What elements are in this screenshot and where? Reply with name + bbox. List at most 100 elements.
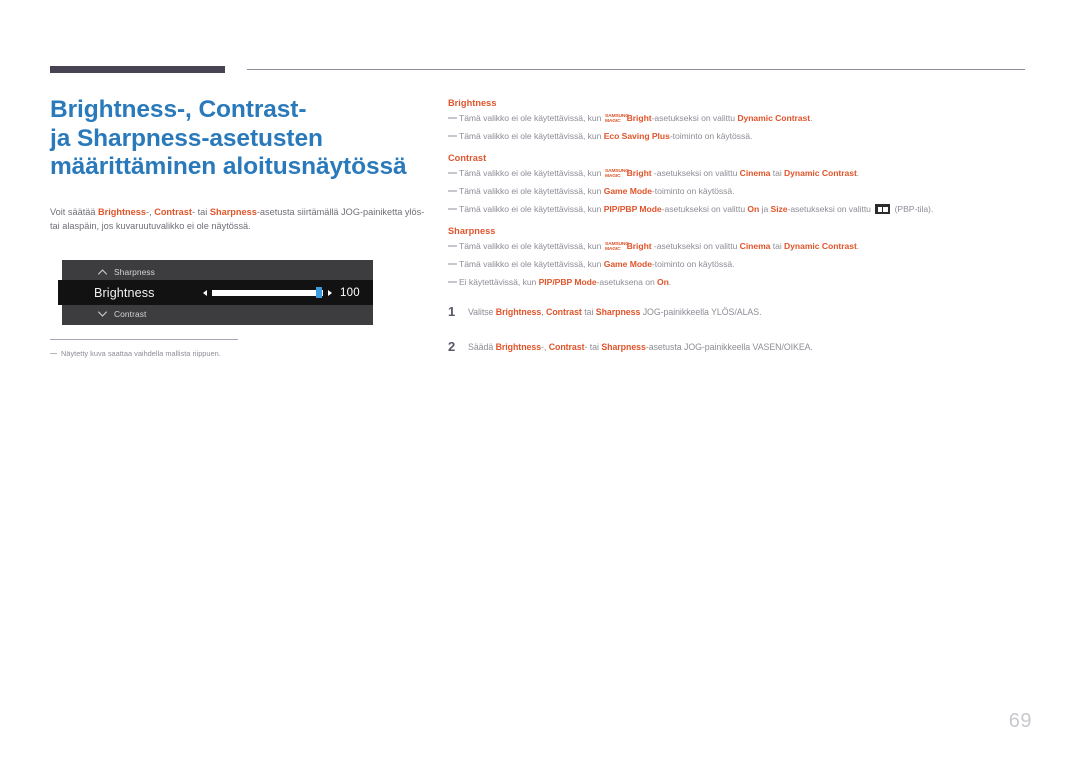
note-0-0-run-0: Tämä valikko ei ole käytettävissä, kun — [459, 113, 604, 123]
note-1-2-run-0: Tämä valikko ei ole käytettävissä, kun — [459, 204, 604, 214]
step-item: 1 Valitse Brightness, Contrast tai Sharpn… — [448, 304, 1034, 319]
note-2-0-run-3: -asetukseksi on valittu — [651, 241, 740, 251]
step-text: Säädä Brightness-, Contrast- tai Sharpne… — [468, 341, 813, 353]
brightness-slider[interactable]: 100 — [203, 280, 373, 305]
right-column: Brightness Tämä valikko ei ole käytettävi… — [448, 98, 1034, 376]
step-0-run-4: tai — [581, 307, 596, 317]
header-thin-rule — [247, 69, 1025, 70]
step-text: Valitse Brightness, Contrast tai Sharpne… — [468, 306, 762, 318]
note-item: Tämä valikko ei ole käytettävissä, kun G… — [448, 185, 1034, 197]
footnote-row: Näytetty kuva saattaa vaihdella mallista… — [50, 348, 290, 359]
step-number: 1 — [448, 304, 456, 319]
note-text: Tämä valikko ei ole käytettävissä, kun E… — [459, 130, 752, 142]
osd-row-brightness-active[interactable]: Brightness 100 — [58, 280, 373, 305]
arrow-right-icon[interactable] — [328, 289, 332, 296]
step-0-run-5: Sharpness — [595, 307, 641, 317]
chevron-down-icon — [96, 310, 109, 317]
note-2-0-run-2: Bright — [626, 241, 652, 251]
intro-text-3: - tai — [191, 206, 210, 217]
note-2-2-run-3: On — [657, 277, 669, 287]
dash-bullet-icon — [448, 208, 457, 211]
samsung-magic-logo: SAMSUNG MAGIC — [604, 112, 629, 123]
step-0-run-3: Contrast — [546, 307, 582, 317]
osd-row-sharpness[interactable]: Sharpness — [58, 261, 369, 282]
slider-track[interactable] — [212, 287, 323, 298]
step-0-run-0: Valitse — [468, 307, 496, 317]
note-text: Tämä valikko ei ole käytettävissä, kun S… — [459, 112, 812, 124]
dash-bullet-icon — [448, 281, 457, 284]
note-0-1-run-2: -toiminto on käytössä. — [669, 131, 753, 141]
left-column: Brightness-, Contrast- ja Sharpness-aset… — [50, 96, 425, 234]
intro-text-2: -, — [146, 206, 155, 217]
note-1-2-run-1: PIP/PBP Mode — [603, 204, 662, 214]
note-item: Tämä valikko ei ole käytettävissä, kun E… — [448, 130, 1034, 142]
note-text: Tämä valikko ei ole käytettävissä, kun G… — [459, 258, 735, 270]
note-2-1-run-1: Game Mode — [603, 259, 652, 269]
intro-text-1: Voit säätää — [50, 206, 99, 217]
header-thick-rule — [50, 66, 225, 73]
notes-sections: Brightness Tämä valikko ei ole käytettävi… — [448, 98, 1034, 288]
step-1-run-4: - tai — [584, 342, 602, 352]
note-text: Tämä valikko ei ole käytettävissä, kun S… — [459, 240, 859, 252]
note-0-0-run-5: . — [810, 113, 813, 123]
note-1-2-run-5: Size — [770, 204, 788, 214]
note-item: Ei käytettävissä, kun PIP/PBP Mode-asetu… — [448, 276, 1034, 288]
note-2-2-run-0: Ei käytettävissä, kun — [459, 277, 539, 287]
dash-bullet-icon — [448, 135, 457, 138]
step-1-run-6: -asetusta JOG-painikkeella VASEN/OIKEA. — [645, 342, 813, 352]
note-text: Tämä valikko ei ole käytettävissä, kun P… — [459, 203, 933, 215]
note-1-1-run-0: Tämä valikko ei ole käytettävissä, kun — [459, 186, 604, 196]
step-1-run-0: Säädä — [468, 342, 496, 352]
note-2-0-run-7: . — [856, 241, 860, 251]
note-1-2-run-8: (PBP-tila). — [892, 204, 934, 214]
note-2-0-run-4: Cinema — [739, 241, 771, 251]
osd-row-brightness-label: Brightness — [94, 285, 155, 300]
note-1-0-run-4: Cinema — [739, 168, 771, 178]
note-item: Tämä valikko ei ole käytettävissä, kun P… — [448, 203, 1034, 215]
step-1-run-2: -, — [541, 342, 549, 352]
intro-keyword-brightness: Brightness — [98, 206, 147, 217]
dash-bullet-icon — [448, 172, 457, 175]
page-number: 69 — [1008, 710, 1032, 732]
note-1-0-run-5: tai — [770, 168, 785, 178]
note-0-0-run-2: Bright — [626, 113, 652, 123]
osd-row-contrast[interactable]: Contrast — [58, 303, 369, 324]
step-1-run-3: Contrast — [548, 342, 585, 352]
page-title-line-3: määrittäminen aloitusnäytössä — [50, 153, 407, 180]
intro-keyword-sharpness: Sharpness — [209, 206, 257, 217]
header-rules — [50, 62, 1025, 76]
arrow-left-icon[interactable] — [203, 289, 207, 296]
step-0-run-6: JOG-painikkeella YLÖS/ALAS. — [640, 307, 762, 317]
note-2-0-run-5: tai — [770, 241, 785, 251]
note-0-1-run-0: Tämä valikko ei ole käytettävissä, kun — [459, 131, 604, 141]
dash-bullet-icon — [448, 245, 457, 248]
note-2-1-run-2: -toiminto on käytössä. — [651, 259, 735, 269]
footnote-text: Näytetty kuva saattaa vaihdella mallista… — [61, 349, 221, 358]
section-heading-brightness: Brightness — [448, 98, 497, 108]
page-title-line-2: ja Sharpness-asetusten — [50, 124, 323, 152]
dash-bullet-icon — [50, 353, 57, 355]
slider-knob[interactable] — [315, 287, 322, 298]
note-text: Tämä valikko ei ole käytettävissä, kun G… — [459, 185, 735, 197]
note-2-2-run-1: PIP/PBP Mode — [538, 277, 597, 287]
step-item: 2 Säädä Brightness-, Contrast- tai Sharpn… — [448, 339, 1034, 354]
note-item: Tämä valikko ei ole käytettävissä, kun S… — [448, 240, 1034, 252]
note-1-0-run-2: Bright — [626, 168, 652, 178]
note-1-2-run-2: -asetukseksi on valittu — [661, 204, 748, 214]
samsung-magic-logo: SAMSUNG MAGIC — [604, 167, 629, 178]
osd-menu-illustration: Sharpness Brightness 100 Contrast — [58, 260, 373, 325]
step-number: 2 — [448, 339, 456, 354]
note-0-0-run-3: -asetukseksi on valittu — [651, 113, 738, 123]
note-2-0-run-6: Dynamic Contrast — [784, 241, 857, 251]
note-item: Tämä valikko ei ole käytettävissä, kun S… — [448, 167, 1034, 179]
note-1-0-run-6: Dynamic Contrast — [784, 168, 857, 178]
note-1-2-run-4: ja — [759, 204, 771, 214]
note-2-0-run-0: Tämä valikko ei ole käytettävissä, kun — [459, 241, 604, 251]
footnote-rule — [50, 339, 238, 340]
slider-value: 100 — [340, 286, 360, 299]
section-heading-sharpness: Sharpness — [448, 226, 496, 236]
note-1-2-run-6: -asetukseksi on valittu — [787, 204, 874, 214]
note-1-0-run-0: Tämä valikko ei ole käytettävissä, kun — [459, 168, 604, 178]
note-1-1-run-2: -toiminto on käytössä. — [651, 186, 735, 196]
note-1-1-run-1: Game Mode — [603, 186, 652, 196]
